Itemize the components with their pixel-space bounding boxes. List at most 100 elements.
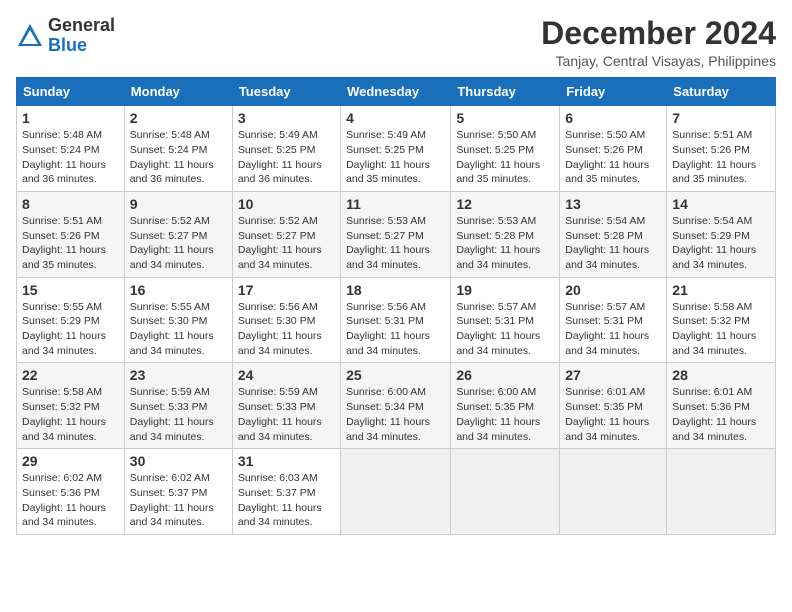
header-tuesday: Tuesday (232, 78, 340, 106)
calendar-cell: 3 Sunrise: 5:49 AMSunset: 5:25 PMDayligh… (232, 106, 340, 192)
calendar-cell: 28 Sunrise: 6:01 AMSunset: 5:36 PMDaylig… (667, 363, 776, 449)
day-detail: Sunrise: 6:02 AMSunset: 5:36 PMDaylight:… (22, 472, 106, 528)
day-detail: Sunrise: 5:52 AMSunset: 5:27 PMDaylight:… (238, 215, 322, 271)
day-number: 12 (456, 196, 554, 212)
day-detail: Sunrise: 5:50 AMSunset: 5:25 PMDaylight:… (456, 129, 540, 185)
day-detail: Sunrise: 5:52 AMSunset: 5:27 PMDaylight:… (130, 215, 214, 271)
day-number: 18 (346, 282, 445, 298)
day-number: 16 (130, 282, 227, 298)
day-number: 30 (130, 453, 227, 469)
calendar-cell: 7 Sunrise: 5:51 AMSunset: 5:26 PMDayligh… (667, 106, 776, 192)
day-number: 31 (238, 453, 335, 469)
day-detail: Sunrise: 5:51 AMSunset: 5:26 PMDaylight:… (672, 129, 756, 185)
day-number: 1 (22, 110, 119, 126)
week-row-1: 1 Sunrise: 5:48 AMSunset: 5:24 PMDayligh… (17, 106, 776, 192)
day-number: 26 (456, 367, 554, 383)
title-block: December 2024 Tanjay, Central Visayas, P… (541, 16, 776, 69)
calendar-cell: 8 Sunrise: 5:51 AMSunset: 5:26 PMDayligh… (17, 191, 125, 277)
calendar-cell: 4 Sunrise: 5:49 AMSunset: 5:25 PMDayligh… (341, 106, 451, 192)
header-row: SundayMondayTuesdayWednesdayThursdayFrid… (17, 78, 776, 106)
logo: General Blue (16, 16, 115, 56)
week-row-4: 22 Sunrise: 5:58 AMSunset: 5:32 PMDaylig… (17, 363, 776, 449)
calendar-cell: 6 Sunrise: 5:50 AMSunset: 5:26 PMDayligh… (560, 106, 667, 192)
header-friday: Friday (560, 78, 667, 106)
calendar-cell: 24 Sunrise: 5:59 AMSunset: 5:33 PMDaylig… (232, 363, 340, 449)
logo-text: General Blue (48, 16, 115, 56)
calendar-cell: 29 Sunrise: 6:02 AMSunset: 5:36 PMDaylig… (17, 449, 125, 535)
day-detail: Sunrise: 5:55 AMSunset: 5:29 PMDaylight:… (22, 301, 106, 357)
calendar-cell: 13 Sunrise: 5:54 AMSunset: 5:28 PMDaylig… (560, 191, 667, 277)
day-number: 5 (456, 110, 554, 126)
day-detail: Sunrise: 6:01 AMSunset: 5:36 PMDaylight:… (672, 386, 756, 442)
day-detail: Sunrise: 5:50 AMSunset: 5:26 PMDaylight:… (565, 129, 649, 185)
day-number: 21 (672, 282, 770, 298)
logo-general: General (48, 15, 115, 35)
day-detail: Sunrise: 6:00 AMSunset: 5:34 PMDaylight:… (346, 386, 430, 442)
calendar-cell (451, 449, 560, 535)
day-number: 9 (130, 196, 227, 212)
calendar-cell: 9 Sunrise: 5:52 AMSunset: 5:27 PMDayligh… (124, 191, 232, 277)
day-detail: Sunrise: 5:58 AMSunset: 5:32 PMDaylight:… (22, 386, 106, 442)
day-detail: Sunrise: 5:48 AMSunset: 5:24 PMDaylight:… (130, 129, 214, 185)
logo-blue: Blue (48, 35, 87, 55)
day-number: 7 (672, 110, 770, 126)
header-saturday: Saturday (667, 78, 776, 106)
day-detail: Sunrise: 6:03 AMSunset: 5:37 PMDaylight:… (238, 472, 322, 528)
calendar-table: SundayMondayTuesdayWednesdayThursdayFrid… (16, 77, 776, 535)
calendar-cell: 19 Sunrise: 5:57 AMSunset: 5:31 PMDaylig… (451, 277, 560, 363)
calendar-cell: 14 Sunrise: 5:54 AMSunset: 5:29 PMDaylig… (667, 191, 776, 277)
day-number: 22 (22, 367, 119, 383)
day-number: 8 (22, 196, 119, 212)
day-number: 15 (22, 282, 119, 298)
calendar-cell: 21 Sunrise: 5:58 AMSunset: 5:32 PMDaylig… (667, 277, 776, 363)
month-title: December 2024 (541, 16, 776, 51)
day-number: 24 (238, 367, 335, 383)
day-detail: Sunrise: 5:48 AMSunset: 5:24 PMDaylight:… (22, 129, 106, 185)
calendar-cell: 5 Sunrise: 5:50 AMSunset: 5:25 PMDayligh… (451, 106, 560, 192)
page-header: General Blue December 2024 Tanjay, Centr… (16, 16, 776, 69)
calendar-cell: 30 Sunrise: 6:02 AMSunset: 5:37 PMDaylig… (124, 449, 232, 535)
day-number: 25 (346, 367, 445, 383)
day-detail: Sunrise: 5:58 AMSunset: 5:32 PMDaylight:… (672, 301, 756, 357)
calendar-cell: 10 Sunrise: 5:52 AMSunset: 5:27 PMDaylig… (232, 191, 340, 277)
calendar-cell: 18 Sunrise: 5:56 AMSunset: 5:31 PMDaylig… (341, 277, 451, 363)
header-thursday: Thursday (451, 78, 560, 106)
day-detail: Sunrise: 5:59 AMSunset: 5:33 PMDaylight:… (238, 386, 322, 442)
calendar-cell (667, 449, 776, 535)
day-number: 20 (565, 282, 661, 298)
calendar-cell: 11 Sunrise: 5:53 AMSunset: 5:27 PMDaylig… (341, 191, 451, 277)
header-wednesday: Wednesday (341, 78, 451, 106)
day-number: 4 (346, 110, 445, 126)
calendar-cell: 1 Sunrise: 5:48 AMSunset: 5:24 PMDayligh… (17, 106, 125, 192)
day-number: 29 (22, 453, 119, 469)
location: Tanjay, Central Visayas, Philippines (541, 53, 776, 69)
day-detail: Sunrise: 5:56 AMSunset: 5:31 PMDaylight:… (346, 301, 430, 357)
calendar-cell: 17 Sunrise: 5:56 AMSunset: 5:30 PMDaylig… (232, 277, 340, 363)
day-number: 17 (238, 282, 335, 298)
header-monday: Monday (124, 78, 232, 106)
calendar-cell: 16 Sunrise: 5:55 AMSunset: 5:30 PMDaylig… (124, 277, 232, 363)
day-number: 6 (565, 110, 661, 126)
calendar-cell: 22 Sunrise: 5:58 AMSunset: 5:32 PMDaylig… (17, 363, 125, 449)
day-number: 3 (238, 110, 335, 126)
day-detail: Sunrise: 5:55 AMSunset: 5:30 PMDaylight:… (130, 301, 214, 357)
week-row-2: 8 Sunrise: 5:51 AMSunset: 5:26 PMDayligh… (17, 191, 776, 277)
day-number: 19 (456, 282, 554, 298)
day-detail: Sunrise: 5:56 AMSunset: 5:30 PMDaylight:… (238, 301, 322, 357)
day-detail: Sunrise: 6:01 AMSunset: 5:35 PMDaylight:… (565, 386, 649, 442)
week-row-5: 29 Sunrise: 6:02 AMSunset: 5:36 PMDaylig… (17, 449, 776, 535)
week-row-3: 15 Sunrise: 5:55 AMSunset: 5:29 PMDaylig… (17, 277, 776, 363)
day-number: 11 (346, 196, 445, 212)
day-number: 23 (130, 367, 227, 383)
calendar-cell: 27 Sunrise: 6:01 AMSunset: 5:35 PMDaylig… (560, 363, 667, 449)
day-number: 28 (672, 367, 770, 383)
day-detail: Sunrise: 6:00 AMSunset: 5:35 PMDaylight:… (456, 386, 540, 442)
calendar-cell: 12 Sunrise: 5:53 AMSunset: 5:28 PMDaylig… (451, 191, 560, 277)
day-detail: Sunrise: 5:54 AMSunset: 5:29 PMDaylight:… (672, 215, 756, 271)
day-detail: Sunrise: 6:02 AMSunset: 5:37 PMDaylight:… (130, 472, 214, 528)
day-detail: Sunrise: 5:53 AMSunset: 5:27 PMDaylight:… (346, 215, 430, 271)
day-number: 14 (672, 196, 770, 212)
calendar-cell: 25 Sunrise: 6:00 AMSunset: 5:34 PMDaylig… (341, 363, 451, 449)
day-detail: Sunrise: 5:51 AMSunset: 5:26 PMDaylight:… (22, 215, 106, 271)
day-number: 27 (565, 367, 661, 383)
